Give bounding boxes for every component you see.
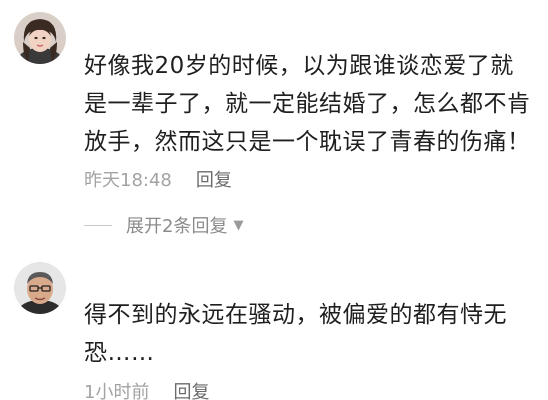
comment-meta: 1小时前 回复 <box>84 378 209 400</box>
avatar[interactable] <box>14 12 66 64</box>
reply-button[interactable]: 回复 <box>196 166 232 192</box>
expand-replies-label: 展开2条回复 <box>126 216 228 237</box>
comment-text: 好像我20岁的时候，以为跟谁谈恋爱了就是一辈子了，就一定能结婚了，怎么都不肯放手… <box>84 53 531 155</box>
divider-line <box>84 224 112 226</box>
comment-list: 好像我20岁的时候，以为跟谁谈恋爱了就是一辈子了，就一定能结婚了，怎么都不肯放手… <box>0 0 548 400</box>
comment-meta: 昨天18:48 回复 <box>84 166 232 192</box>
avatar[interactable] <box>14 262 66 314</box>
user-avatar-woman <box>14 12 66 64</box>
comment-time: 1小时前 <box>84 382 150 400</box>
expand-replies-button[interactable]: 展开2条回复 ▼ <box>84 212 243 238</box>
caret-down-icon: ▼ <box>233 217 244 233</box>
comment-time: 昨天18:48 <box>84 170 172 191</box>
comment-text: 得不到的永远在骚动，被偏爱的都有恃无恐…… <box>84 302 507 366</box>
user-avatar-man <box>14 262 66 314</box>
reply-button[interactable]: 回复 <box>173 378 209 400</box>
